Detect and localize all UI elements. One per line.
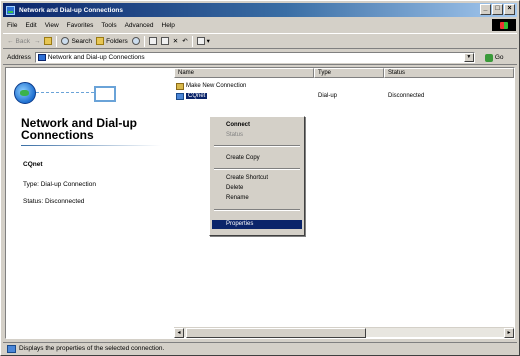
dial-up-connection-icon	[176, 92, 184, 100]
close-button[interactable]: ×	[504, 4, 515, 15]
new-connection-wizard-icon	[176, 82, 184, 90]
menu-edit[interactable]: Edit	[25, 22, 36, 29]
delete-button[interactable]: ✕	[173, 37, 178, 45]
go-button[interactable]: Go	[484, 53, 504, 62]
item-type: Dial-up	[318, 93, 338, 99]
windows-logo	[492, 19, 516, 31]
menu-favorites[interactable]: Favorites	[67, 22, 94, 29]
search-icon	[61, 37, 70, 45]
selected-connection-name: CQnet	[23, 161, 43, 168]
selected-connection-status: Status: Disconnected	[23, 198, 85, 205]
menu-tools[interactable]: Tools	[101, 22, 116, 29]
column-name-header[interactable]: Name	[174, 68, 314, 78]
item-status: Disconnected	[388, 93, 425, 99]
address-label: Address	[7, 54, 31, 61]
history-icon	[131, 37, 140, 45]
scroll-right-button[interactable]: ▸	[504, 328, 514, 338]
copy-to-button[interactable]	[160, 37, 169, 45]
minimize-button[interactable]: _	[480, 4, 491, 15]
address-bar: Address Network and Dial-up Connections …	[3, 51, 517, 65]
address-value: Network and Dial-up Connections	[47, 54, 145, 61]
status-text: Displays the properties of the selected …	[19, 345, 165, 352]
copy-to-icon	[160, 37, 169, 45]
pane-title: Network and Dial-up Connections	[21, 116, 138, 142]
back-button[interactable]: ← Back	[7, 38, 30, 45]
selected-connection-type: Type: Dial-up Connection	[23, 181, 96, 188]
network-banner-graphic	[14, 82, 164, 114]
window-title: Network and Dial-up Connections	[19, 6, 124, 14]
folders-button[interactable]: Folders	[96, 37, 128, 45]
status-icon	[7, 344, 16, 353]
maximize-button[interactable]: □	[492, 4, 503, 15]
menu-separator	[214, 145, 300, 147]
menu-item-create-copy[interactable]: Create Copy	[212, 154, 302, 163]
menu-bar: File Edit View Favorites Tools Advanced …	[3, 19, 517, 31]
context-menu: Connect Status Create Copy Create Shortc…	[209, 116, 305, 236]
menu-help[interactable]: Help	[162, 22, 175, 29]
scroll-left-button[interactable]: ◂	[174, 328, 184, 338]
back-label: Back	[15, 37, 30, 45]
status-bar: Displays the properties of the selected …	[3, 342, 517, 354]
menu-advanced[interactable]: Advanced	[125, 22, 154, 29]
globe-icon	[14, 82, 36, 104]
column-status-header[interactable]: Status	[384, 68, 514, 78]
list-item-selected[interactable]: CQnet	[176, 91, 208, 101]
views-icon	[196, 37, 205, 45]
connection-line	[36, 92, 94, 93]
views-button[interactable]: ▾	[196, 37, 210, 45]
delete-icon: ✕	[172, 38, 179, 45]
views-dropdown-icon: ▾	[206, 38, 210, 45]
menu-item-properties[interactable]: Properties	[212, 220, 302, 229]
menu-item-rename[interactable]: Rename	[212, 194, 302, 203]
search-button[interactable]: Search	[61, 37, 92, 45]
menu-file[interactable]: File	[7, 22, 17, 29]
item-name: Make New Connection	[186, 83, 247, 89]
network-folder-icon	[37, 54, 46, 61]
up-folder-icon	[44, 37, 53, 45]
move-to-icon	[148, 37, 157, 45]
pane-divider	[21, 145, 161, 146]
scroll-thumb[interactable]	[186, 328, 366, 338]
network-connections-icon	[6, 5, 15, 15]
go-arrow-icon	[484, 53, 493, 62]
up-button[interactable]	[44, 37, 53, 45]
window-controls: _ □ ×	[480, 4, 515, 15]
address-field[interactable]: Network and Dial-up Connections ▼	[34, 52, 475, 63]
column-type-header[interactable]: Type	[314, 68, 384, 78]
title-bar[interactable]: Network and Dial-up Connections _ □ ×	[3, 3, 517, 17]
folders-icon	[96, 37, 105, 45]
explorer-window: Network and Dial-up Connections _ □ × Fi…	[0, 0, 520, 356]
list-header: Name Type Status	[174, 68, 514, 78]
address-dropdown-button[interactable]: ▼	[463, 53, 474, 62]
toolbar-separator	[191, 35, 193, 47]
menu-item-delete[interactable]: Delete	[212, 184, 302, 193]
computer-icon	[94, 86, 116, 102]
menu-item-status: Status	[226, 132, 244, 138]
toolbar-separator	[143, 35, 145, 47]
history-button[interactable]	[131, 37, 140, 45]
list-item[interactable]: Make New Connection	[176, 81, 246, 91]
windows-flag-icon	[500, 21, 508, 29]
menu-separator	[214, 209, 300, 211]
search-label: Search	[71, 37, 93, 45]
undo-icon: ↶	[182, 38, 188, 45]
menu-separator	[214, 168, 300, 170]
undo-button[interactable]: ↶	[182, 37, 187, 45]
menu-item-create-shortcut[interactable]: Create Shortcut	[212, 174, 302, 183]
item-name: CQnet	[186, 93, 208, 99]
toolbar: ← Back → Search Folders ✕ ↶ ▾	[3, 33, 517, 49]
toolbar-separator	[56, 35, 58, 47]
menu-item-connect[interactable]: Connect	[212, 121, 302, 130]
move-to-button[interactable]	[148, 37, 157, 45]
folders-label: Folders	[106, 37, 128, 45]
horizontal-scrollbar[interactable]: ◂ ▸	[174, 327, 514, 338]
go-label: Go	[494, 54, 504, 61]
forward-button[interactable]: →	[34, 38, 41, 45]
menu-view[interactable]: View	[45, 22, 59, 29]
back-arrow-icon: ←	[7, 37, 14, 45]
